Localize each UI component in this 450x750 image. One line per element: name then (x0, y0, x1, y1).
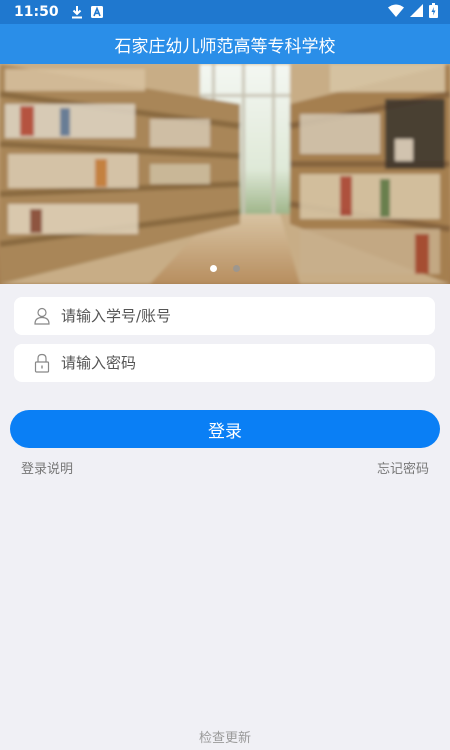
status-bar: 11:50 (0, 0, 450, 24)
download-icon (71, 5, 83, 19)
wifi-icon (388, 4, 404, 21)
password-input[interactable] (61, 354, 421, 372)
user-icon (33, 306, 51, 326)
carousel-dot-active[interactable] (210, 265, 217, 272)
login-help-link[interactable]: 登录说明 (21, 458, 73, 477)
status-time: 11:50 (14, 4, 59, 20)
library-banner-image (0, 64, 450, 284)
battery-icon (429, 2, 438, 22)
forgot-password-link[interactable]: 忘记密码 (377, 458, 429, 477)
banner-carousel[interactable] (0, 64, 450, 284)
password-field[interactable] (14, 344, 435, 382)
account-field[interactable] (14, 297, 435, 335)
account-input[interactable] (61, 307, 421, 325)
carousel-indicator (0, 265, 450, 272)
phone-screen: 11:50 石家庄幼儿师范高等专科学校 请输入学号/账号 登录 登录说明 忘记密… (0, 0, 450, 750)
check-update-link[interactable]: 检查更新 (0, 727, 450, 746)
lock-icon (33, 353, 51, 373)
login-button[interactable]: 登录 (10, 410, 440, 448)
app-bar: 石家庄幼儿师范高等专科学校 (0, 24, 450, 64)
signal-icon (410, 3, 423, 21)
carousel-dot[interactable] (233, 265, 240, 272)
a-badge-icon (90, 6, 103, 18)
app-title: 石家庄幼儿师范高等专科学校 (114, 36, 336, 57)
